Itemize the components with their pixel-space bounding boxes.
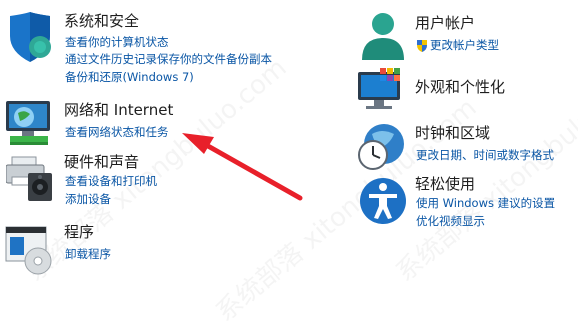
uninstall-program-link[interactable]: 卸载程序 <box>65 247 111 262</box>
user-icon <box>362 13 404 60</box>
view-network-status-link[interactable]: 查看网络状态和任务 <box>65 125 169 140</box>
view-devices-link[interactable]: 查看设备和打印机 <box>65 174 157 189</box>
category-network: 网络和 Internet 查看网络状态和任务 <box>0 95 290 150</box>
category-appearance: 外观和个性化 <box>350 68 578 118</box>
add-device-link[interactable]: 添加设备 <box>65 192 111 207</box>
category-system-security: 系统和安全 查看你的计算机状态 通过文件历史记录保存你的文件备份副本 备份和还原… <box>0 0 290 90</box>
view-computer-status-link[interactable]: 查看你的计算机状态 <box>65 35 169 50</box>
category-user-accounts: 用户帐户 更改帐户类型 <box>350 0 578 70</box>
category-clock-region: 时钟和区域 更改日期、时间或数字格式 <box>350 120 578 175</box>
ease-of-access-title[interactable]: 轻松使用 <box>415 175 475 193</box>
user-accounts-title[interactable]: 用户帐户 <box>415 14 475 32</box>
system-security-title[interactable]: 系统和安全 <box>64 12 139 30</box>
backup-restore-link[interactable]: 备份和还原(Windows 7) <box>65 70 194 85</box>
accessibility-icon <box>360 178 406 224</box>
hardware-title[interactable]: 硬件和声音 <box>64 153 139 171</box>
network-title[interactable]: 网络和 Internet <box>64 101 173 119</box>
change-date-time-link[interactable]: 更改日期、时间或数字格式 <box>416 148 554 163</box>
appearance-icon <box>358 68 400 109</box>
clock-globe-icon <box>358 124 404 170</box>
file-history-link[interactable]: 通过文件历史记录保存你的文件备份副本 <box>65 52 272 67</box>
appearance-title[interactable]: 外观和个性化 <box>415 78 505 96</box>
optimize-visual-display-link[interactable]: 优化视频显示 <box>416 214 485 229</box>
category-ease-of-access: 轻松使用 使用 Windows 建议的设置 优化视频显示 <box>350 172 578 242</box>
windows-recommended-settings-link[interactable]: 使用 Windows 建议的设置 <box>416 196 555 211</box>
uac-shield-icon <box>417 40 427 52</box>
programs-title[interactable]: 程序 <box>64 223 94 241</box>
network-monitor-icon <box>6 101 50 145</box>
change-account-type-link[interactable]: 更改帐户类型 <box>430 38 499 53</box>
programs-icon <box>5 226 52 275</box>
clock-region-title[interactable]: 时钟和区域 <box>415 124 490 142</box>
printer-speaker-icon <box>6 156 52 201</box>
category-programs: 程序 卸载程序 <box>0 220 290 280</box>
category-hardware: 硬件和声音 查看设备和打印机 添加设备 <box>0 150 290 210</box>
shield-icon <box>10 12 51 62</box>
